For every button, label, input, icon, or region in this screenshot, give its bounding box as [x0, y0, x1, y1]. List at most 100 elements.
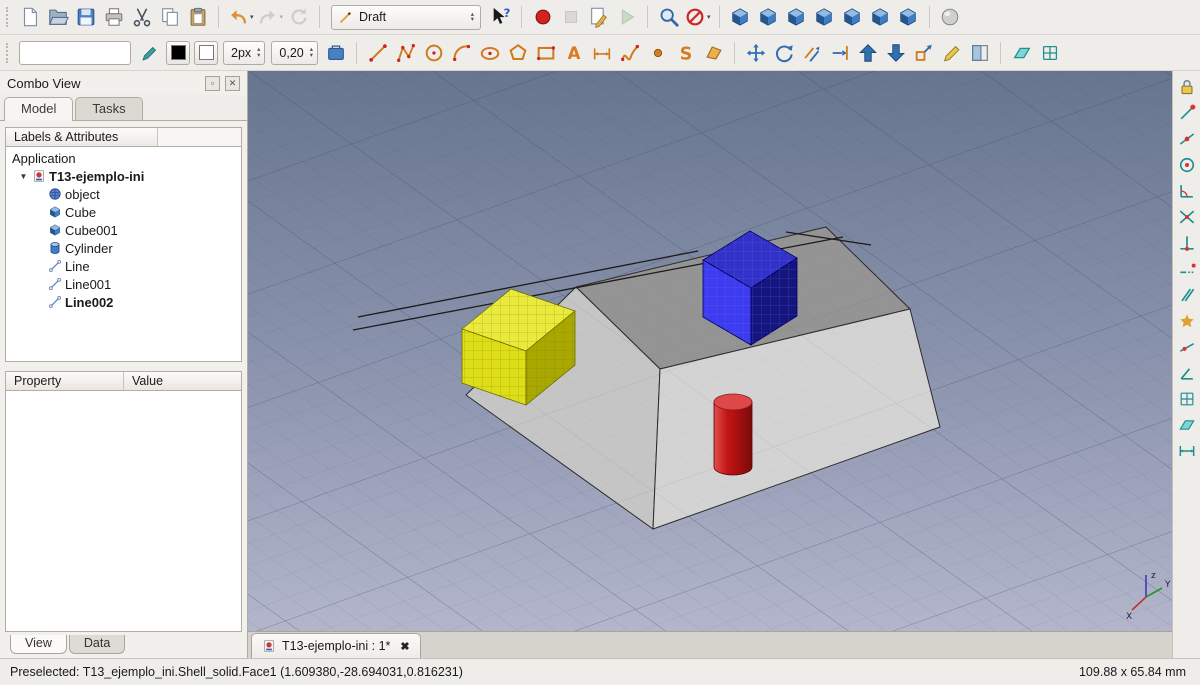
refresh-button[interactable]	[285, 4, 312, 31]
tree-item-line001[interactable]: Line001	[6, 275, 241, 293]
snap-extension-button[interactable]	[1175, 257, 1199, 281]
tab-tasks[interactable]: Tasks	[75, 97, 142, 120]
whats-this-button[interactable]	[487, 4, 514, 31]
draft-line-button[interactable]	[364, 39, 391, 66]
copy-button[interactable]	[156, 4, 183, 31]
draft-bspline-button[interactable]	[616, 39, 643, 66]
stepper-down-icon[interactable]: ▾	[310, 53, 313, 59]
texture-button[interactable]	[937, 4, 964, 31]
tree-item-cube[interactable]: Cube	[6, 203, 241, 221]
tree-item-cube001[interactable]: Cube001	[6, 221, 241, 239]
red-cylinder-object[interactable]	[714, 394, 752, 475]
workbench-selector[interactable]: Draft ▴▾	[331, 5, 481, 30]
text-scale-spinbox[interactable]: 0,20 ▴▾	[271, 41, 318, 65]
view-isometric-button[interactable]	[727, 4, 754, 31]
tab-data[interactable]: Data	[69, 635, 125, 654]
macro-record-button[interactable]	[529, 4, 556, 31]
draft-select-plane-button[interactable]	[1008, 39, 1035, 66]
toolbar-handle[interactable]	[6, 7, 10, 27]
undo-button[interactable]: ▾	[226, 4, 255, 31]
tab-view[interactable]: View	[10, 635, 67, 654]
snap-ortho-button[interactable]	[1175, 361, 1199, 385]
tree-item-application[interactable]: Application	[6, 149, 241, 167]
view-left-button[interactable]	[895, 4, 922, 31]
text-scale-steppers[interactable]: ▴▾	[310, 47, 313, 58]
snap-grid-button[interactable]	[1175, 387, 1199, 411]
line-width-select[interactable]: 2px ▴▾	[223, 41, 265, 65]
draft-dimension-button[interactable]	[588, 39, 615, 66]
draft-rotate-button[interactable]	[770, 39, 797, 66]
draft-circle-button[interactable]	[420, 39, 447, 66]
snap-center-button[interactable]	[1175, 153, 1199, 177]
draft-text-button[interactable]	[560, 39, 587, 66]
tree-item-line002[interactable]: Line002	[6, 293, 241, 311]
draft-move-button[interactable]	[742, 39, 769, 66]
line-color-swatch[interactable]	[166, 41, 190, 65]
snap-midpoint-button[interactable]	[1175, 127, 1199, 151]
tree-item-line[interactable]: Line	[6, 257, 241, 275]
draft-autogroup-button[interactable]	[322, 39, 349, 66]
toolbar-handle[interactable]	[6, 43, 10, 63]
tree-item-document[interactable]: ▼ T13-ejemplo-ini	[6, 167, 241, 185]
snap-lock-button[interactable]	[1175, 75, 1199, 99]
workbench-steppers[interactable]: ▴▾	[471, 12, 474, 23]
fit-all-button[interactable]	[655, 4, 682, 31]
tree-item-object[interactable]: object	[6, 185, 241, 203]
value-column-header[interactable]: Value	[124, 372, 241, 390]
cut-button[interactable]	[128, 4, 155, 31]
draft-upgrade-button[interactable]	[854, 39, 881, 66]
draft-trimex-button[interactable]	[826, 39, 853, 66]
draft-point-button[interactable]	[644, 39, 671, 66]
view-front-button[interactable]	[755, 4, 782, 31]
close-document-tab-icon[interactable]: ✖	[400, 640, 409, 653]
snap-near-button[interactable]	[1175, 335, 1199, 359]
draft-rectangle-button[interactable]	[532, 39, 559, 66]
snap-dimensions-button[interactable]	[1175, 439, 1199, 463]
snap-angle-button[interactable]	[1175, 179, 1199, 203]
draft-shape2dview-button[interactable]	[966, 39, 993, 66]
macro-play-button[interactable]	[613, 4, 640, 31]
tree-item-cylinder[interactable]: Cylinder	[6, 239, 241, 257]
draw-style-button[interactable]: ▾	[683, 4, 712, 31]
draft-offset-button[interactable]	[798, 39, 825, 66]
view-bottom-button[interactable]	[867, 4, 894, 31]
view-right-button[interactable]	[811, 4, 838, 31]
open-document-button[interactable]	[44, 4, 71, 31]
draft-arc-button[interactable]	[448, 39, 475, 66]
draft-command-input[interactable]	[19, 41, 131, 65]
redo-button[interactable]: ▾	[256, 4, 285, 31]
draft-facebinder-button[interactable]	[700, 39, 727, 66]
snap-parallel-button[interactable]	[1175, 283, 1199, 307]
draft-ellipse-button[interactable]	[476, 39, 503, 66]
draft-apply-style-button[interactable]	[136, 39, 163, 66]
combo-close-button[interactable]: ✕	[225, 76, 240, 91]
snap-endpoint-button[interactable]	[1175, 101, 1199, 125]
save-document-button[interactable]	[72, 4, 99, 31]
tab-model[interactable]: Model	[4, 97, 73, 121]
draft-scale-button[interactable]	[910, 39, 937, 66]
paste-button[interactable]	[184, 4, 211, 31]
print-button[interactable]	[100, 4, 127, 31]
draft-shapestring-button[interactable]	[672, 39, 699, 66]
view-rear-button[interactable]	[839, 4, 866, 31]
draft-polygon-button[interactable]	[504, 39, 531, 66]
tree-header-label[interactable]: Labels & Attributes	[6, 128, 158, 146]
property-editor[interactable]	[5, 391, 242, 632]
snap-perpendicular-button[interactable]	[1175, 231, 1199, 255]
view-top-button[interactable]	[783, 4, 810, 31]
macro-edit-button[interactable]	[585, 4, 612, 31]
property-column-header[interactable]: Property	[6, 372, 124, 390]
3d-viewport[interactable]: z Y X	[248, 71, 1172, 631]
stepper-down-icon[interactable]: ▾	[257, 53, 260, 59]
draft-toggle-grid-button[interactable]	[1036, 39, 1063, 66]
combo-float-button[interactable]: ▫	[205, 76, 220, 91]
macro-stop-button[interactable]	[557, 4, 584, 31]
draft-polyline-button[interactable]	[392, 39, 419, 66]
stepper-down-icon[interactable]: ▾	[471, 17, 474, 23]
snap-intersection-button[interactable]	[1175, 205, 1199, 229]
new-document-button[interactable]	[16, 4, 43, 31]
line-width-steppers[interactable]: ▴▾	[257, 47, 260, 58]
face-color-swatch[interactable]	[194, 41, 218, 65]
draft-downgrade-button[interactable]	[882, 39, 909, 66]
document-tab[interactable]: T13-ejemplo-ini : 1* ✖	[251, 633, 421, 658]
